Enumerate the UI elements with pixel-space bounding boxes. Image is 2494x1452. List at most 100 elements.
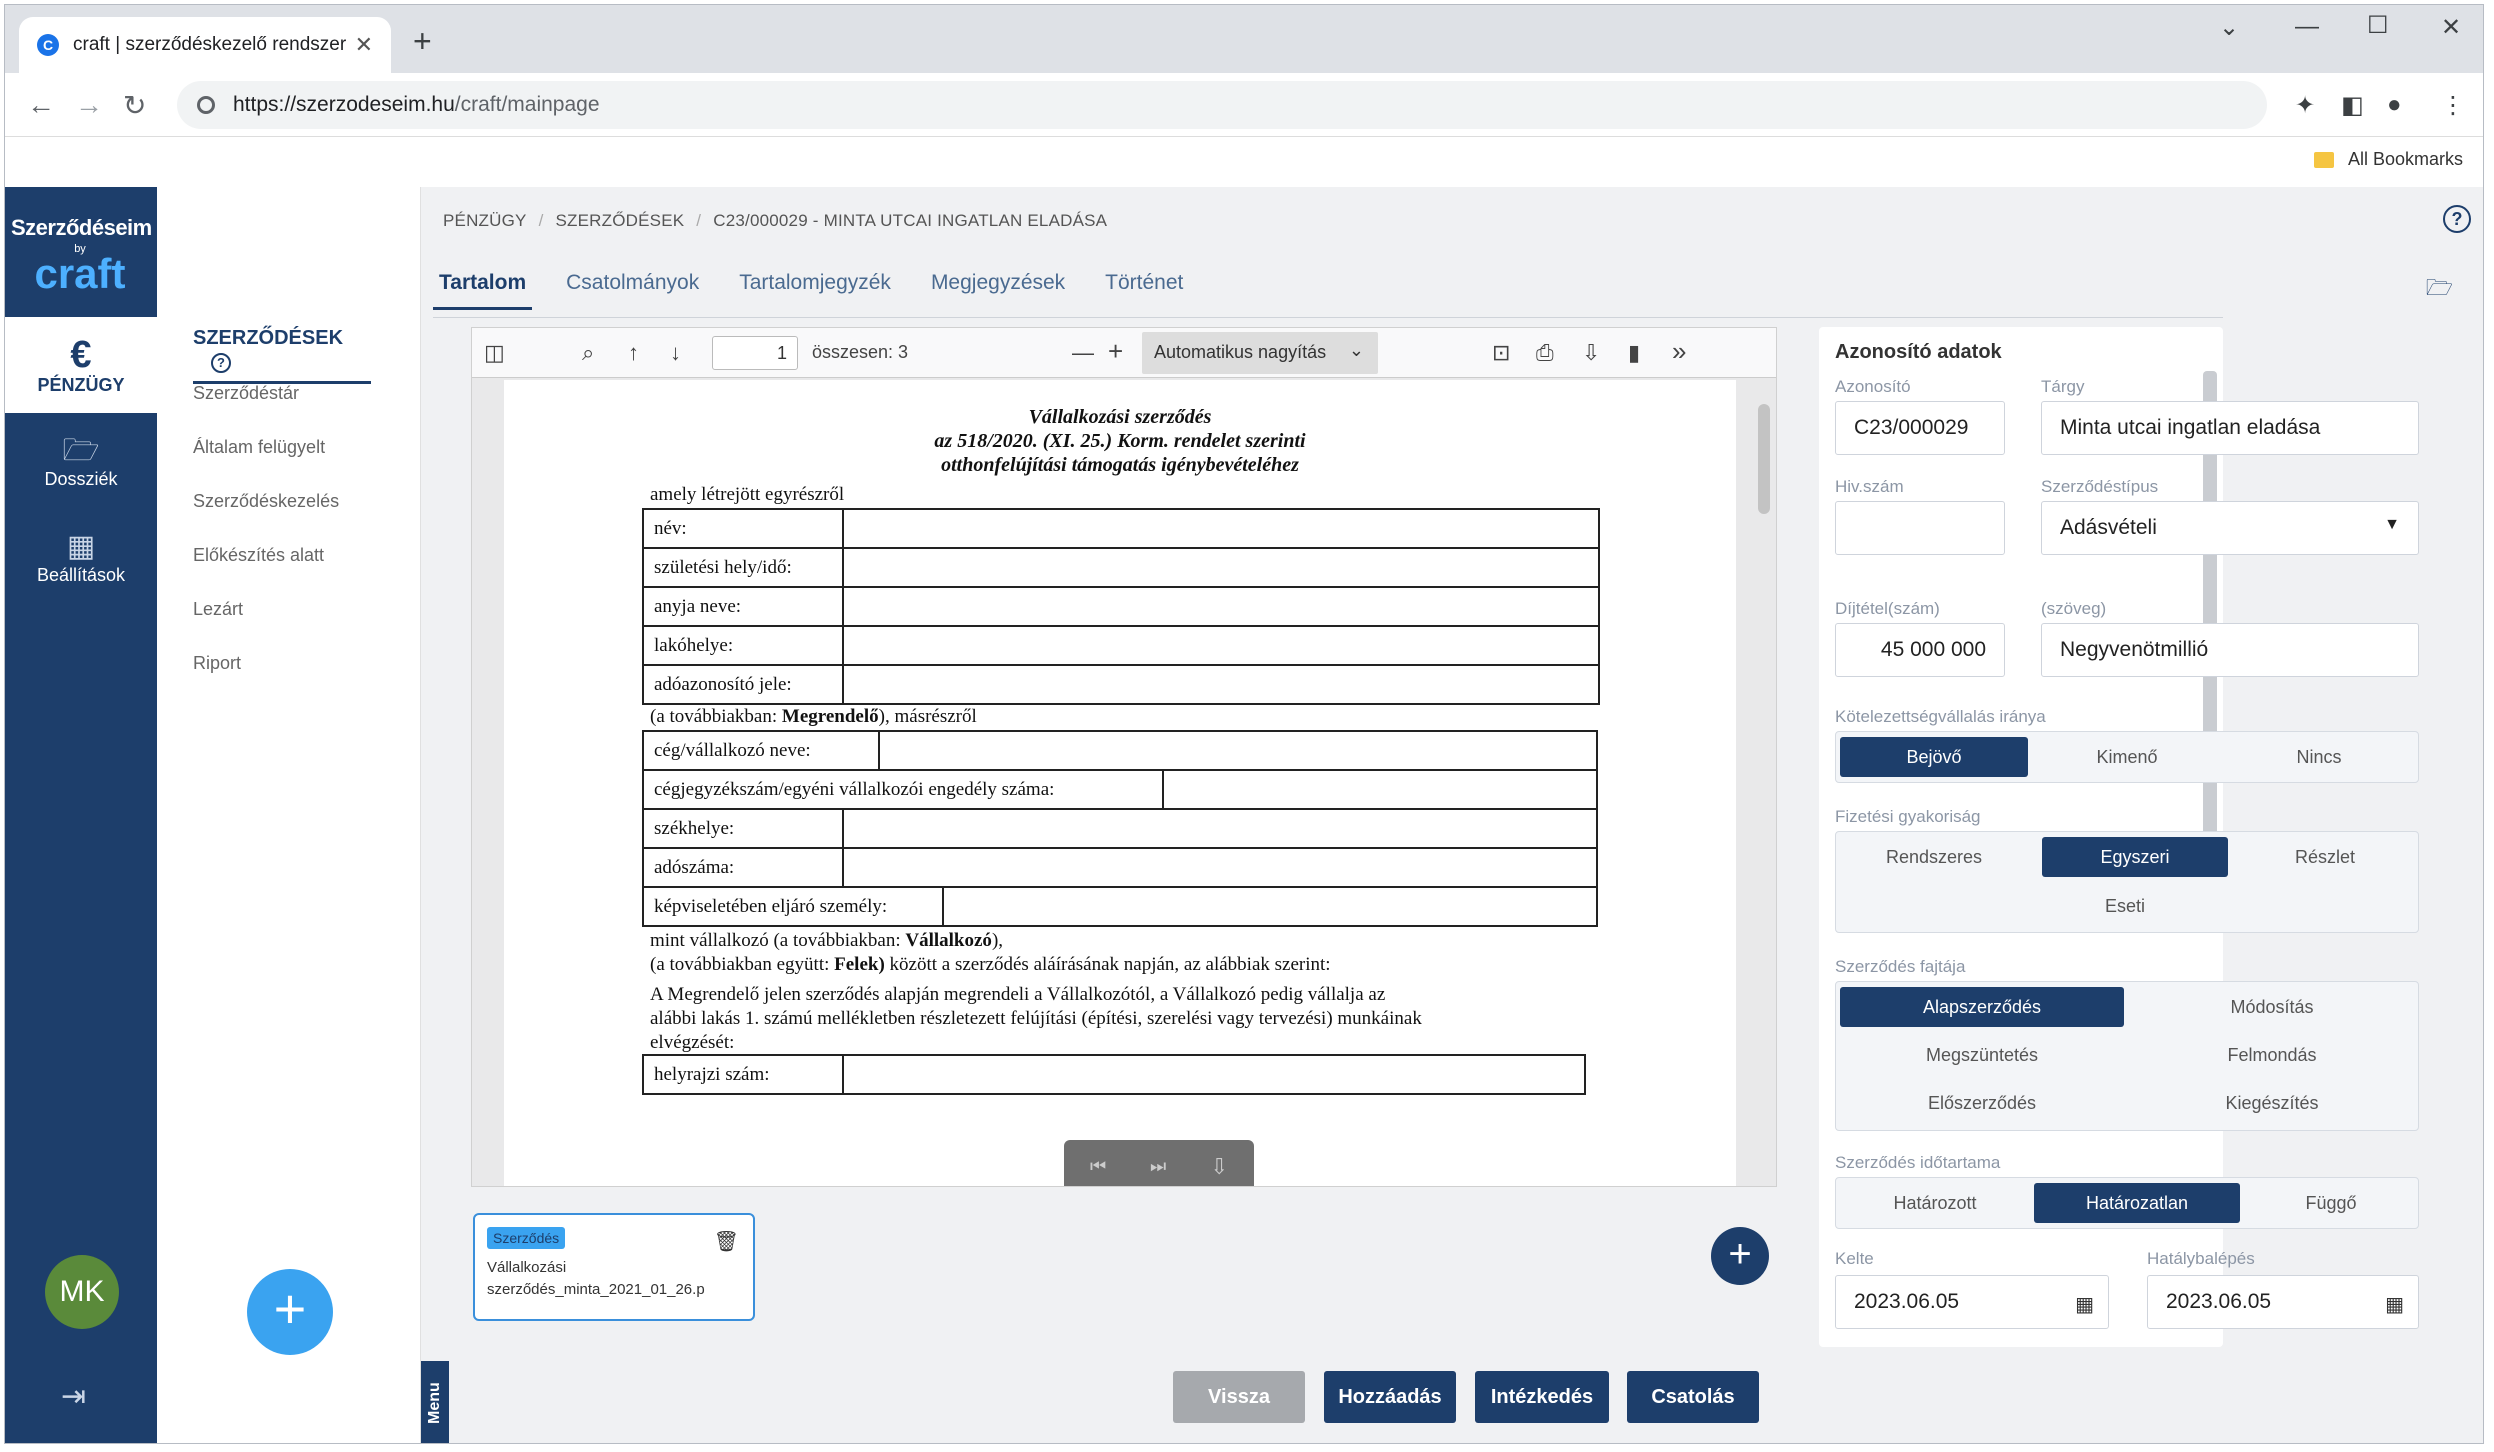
gyak-rendszeres[interactable]: Rendszeres <box>1840 837 2028 877</box>
fajta-alapszerzodes[interactable]: Alapszerződés <box>1840 987 2124 1027</box>
tab-title: craft | szerződéskezelő rendszer <box>73 34 347 55</box>
back-button[interactable]: Vissza <box>1173 1371 1305 1423</box>
rail-item-penzugy[interactable]: € PÉNZÜGY <box>5 317 157 413</box>
table-cell: cég/vállalkozó neve: <box>642 730 880 771</box>
open-folder-icon[interactable]: 🗁 <box>2426 271 2453 309</box>
zoom-in-icon[interactable]: + <box>1108 336 1123 367</box>
print-icon[interactable]: ⎙ <box>1536 340 1554 366</box>
tab-tartalom[interactable]: Tartalom <box>433 271 533 310</box>
hivszam-field[interactable] <box>1835 501 2005 555</box>
calendar-icon[interactable]: ▦ <box>2385 1292 2404 1317</box>
add-button[interactable]: + <box>247 1269 333 1355</box>
previous-page-icon[interactable]: ↑ <box>628 340 639 366</box>
first-page-icon[interactable]: ⏮ <box>1090 1156 1106 1177</box>
hataly-date-field[interactable]: 2023.06.05 ▦ <box>2147 1275 2419 1329</box>
help-icon[interactable]: ? <box>2443 205 2471 233</box>
zoom-select[interactable]: Automatikus nagyítás ⌄ <box>1142 332 1378 374</box>
add-button[interactable]: Hozzáadás <box>1324 1371 1456 1423</box>
gyak-reszlet[interactable]: Részlet <box>2232 837 2418 877</box>
last-page-icon[interactable]: ⏭ <box>1150 1156 1166 1177</box>
help-icon[interactable]: ? <box>211 353 231 373</box>
idotartam-hatarozatlan[interactable]: Határozatlan <box>2034 1183 2240 1223</box>
attach-button[interactable]: Csatolás <box>1627 1371 1759 1423</box>
forward-icon[interactable]: → <box>75 89 103 121</box>
breadcrumb-item[interactable]: PÉNZÜGY <box>443 211 527 230</box>
next-page-icon[interactable]: ↓ <box>670 340 681 366</box>
sidebar-item-elokeszites[interactable]: Előkészítés alatt <box>193 545 324 566</box>
back-icon[interactable]: ← <box>27 89 55 121</box>
chevron-down-icon[interactable]: ⌄ <box>2219 13 2239 42</box>
presentation-icon[interactable]: ⊡ <box>1492 340 1510 366</box>
irany-kimeno[interactable]: Kimenő <box>2034 737 2220 777</box>
tab-megjegyzesek[interactable]: Megjegyzések <box>925 271 1071 310</box>
sidebar-item-szerzodestar[interactable]: Szerződéstár <box>193 383 299 404</box>
action-button[interactable]: Intézkedés <box>1475 1371 1609 1423</box>
tab-csatolmanyok[interactable]: Csatolmányok <box>560 271 705 310</box>
tab-divider <box>433 317 2223 318</box>
irany-nincs[interactable]: Nincs <box>2226 737 2412 777</box>
sidebar-item-riport[interactable]: Riport <box>193 653 241 674</box>
profile-icon[interactable]: ● <box>2387 91 2402 119</box>
attachment-card[interactable]: Szerződés 🗑 Vállalkozási szerződés_minta_… <box>473 1213 755 1321</box>
side-panel-icon[interactable]: ◧ <box>2341 91 2364 120</box>
minimize-icon[interactable]: — <box>2295 13 2319 41</box>
extensions-icon[interactable]: ✦ <box>2295 91 2315 120</box>
dij-field[interactable]: 45 000 000 <box>1835 623 2005 677</box>
avatar[interactable]: MK <box>45 1255 119 1329</box>
site-info-icon[interactable] <box>197 96 215 114</box>
maximize-icon[interactable]: ☐ <box>2367 11 2389 40</box>
sidebar-toggle-icon[interactable]: ◫ <box>484 340 505 366</box>
main-rail: Szerződéseim by craft € PÉNZÜGY 🗁 Dosszi… <box>5 187 157 1443</box>
trash-icon[interactable]: 🗑 <box>714 1229 739 1254</box>
more-tools-icon[interactable]: » <box>1672 336 1686 367</box>
browser-tab[interactable]: C craft | szerződéskezelő rendszer ✕ <box>19 17 391 73</box>
azonosito-field[interactable]: C23/000029 <box>1835 401 2005 455</box>
doc-party2-note: mint vállalkozó (a továbbiakban: Vállalk… <box>650 930 1004 951</box>
sidebar-item-lezart[interactable]: Lezárt <box>193 599 243 620</box>
logo[interactable]: Szerződéseim by craft <box>5 187 157 317</box>
pdf-toolbar: ◫ ⌕ ↑ ↓ 1 összesen: 3 — + Automatikus na… <box>472 328 1776 378</box>
idotartam-hatarozott[interactable]: Határozott <box>1840 1183 2030 1223</box>
targy-field[interactable]: Minta utcai ingatlan eladása <box>2041 401 2419 455</box>
sidebar-item-szerzodeskezeles[interactable]: Szerződéskezelés <box>193 491 339 512</box>
kelte-date-field[interactable]: 2023.06.05 ▦ <box>1835 1275 2109 1329</box>
close-window-icon[interactable]: ✕ <box>2441 13 2461 42</box>
logout-icon[interactable]: ⇥ <box>61 1379 86 1414</box>
sidebar-item-altalam-felugyelt[interactable]: Általam felügyelt <box>193 437 325 458</box>
fajta-modositas[interactable]: Módosítás <box>2130 987 2414 1027</box>
reload-icon[interactable]: ↻ <box>123 89 146 122</box>
idotartam-segmented: Határozott Határozatlan Függő <box>1835 1177 2419 1229</box>
irany-bejovo[interactable]: Bejövő <box>1840 737 2028 777</box>
tab-tortenet[interactable]: Történet <box>1099 271 1189 310</box>
all-bookmarks[interactable]: All Bookmarks <box>2313 149 2463 170</box>
idotartam-fuggo[interactable]: Függő <box>2246 1183 2416 1223</box>
zoom-value: Automatikus nagyítás <box>1154 342 1327 362</box>
more-menu-icon[interactable]: ⋮ <box>2441 91 2465 120</box>
fajta-eloszerzodes[interactable]: Előszerződés <box>1840 1083 2124 1123</box>
page-nav-overlay: ⏮ ⏭ ⇩ <box>1064 1140 1254 1186</box>
fajta-megszuntetes[interactable]: Megszüntetés <box>1840 1035 2124 1075</box>
tipus-select[interactable]: Adásvételi ▼ <box>2041 501 2419 555</box>
fajta-kiegeszites[interactable]: Kiegészítés <box>2130 1083 2414 1123</box>
dijszoveg-field[interactable]: Negyvenötmillió <box>2041 623 2419 677</box>
gyak-eseti[interactable]: Eseti <box>2032 886 2218 926</box>
new-tab-icon[interactable]: + <box>413 23 432 60</box>
breadcrumb-item[interactable]: SZERZŐDÉSEK <box>556 211 685 230</box>
rail-item-beallitasok[interactable]: ▦ Beállítások <box>5 509 157 605</box>
menu-toggle[interactable]: Menu <box>421 1361 449 1443</box>
add-attachment-button[interactable]: + <box>1711 1227 1769 1285</box>
tab-tartalomjegyzek[interactable]: Tartalomjegyzék <box>733 271 897 310</box>
page-number-input[interactable]: 1 <box>712 336 798 370</box>
zoom-out-icon[interactable]: — <box>1072 340 1094 366</box>
download-page-icon[interactable]: ⇩ <box>1210 1154 1228 1180</box>
download-icon[interactable]: ⇩ <box>1582 340 1600 366</box>
fajta-felmondas[interactable]: Felmondás <box>2130 1035 2414 1075</box>
rail-item-dossziek[interactable]: 🗁 Dossziék <box>5 413 157 509</box>
close-tab-icon[interactable]: ✕ <box>355 32 373 58</box>
pdf-scrollbar[interactable] <box>1754 384 1774 1180</box>
search-icon[interactable]: ⌕ <box>582 340 594 366</box>
bookmark-icon[interactable]: ▮ <box>1628 340 1640 366</box>
url-field[interactable]: https://szerzodeseim.hu/craft/mainpage <box>177 81 2267 129</box>
calendar-icon[interactable]: ▦ <box>2075 1292 2094 1317</box>
gyak-egyszeri[interactable]: Egyszeri <box>2042 837 2228 877</box>
